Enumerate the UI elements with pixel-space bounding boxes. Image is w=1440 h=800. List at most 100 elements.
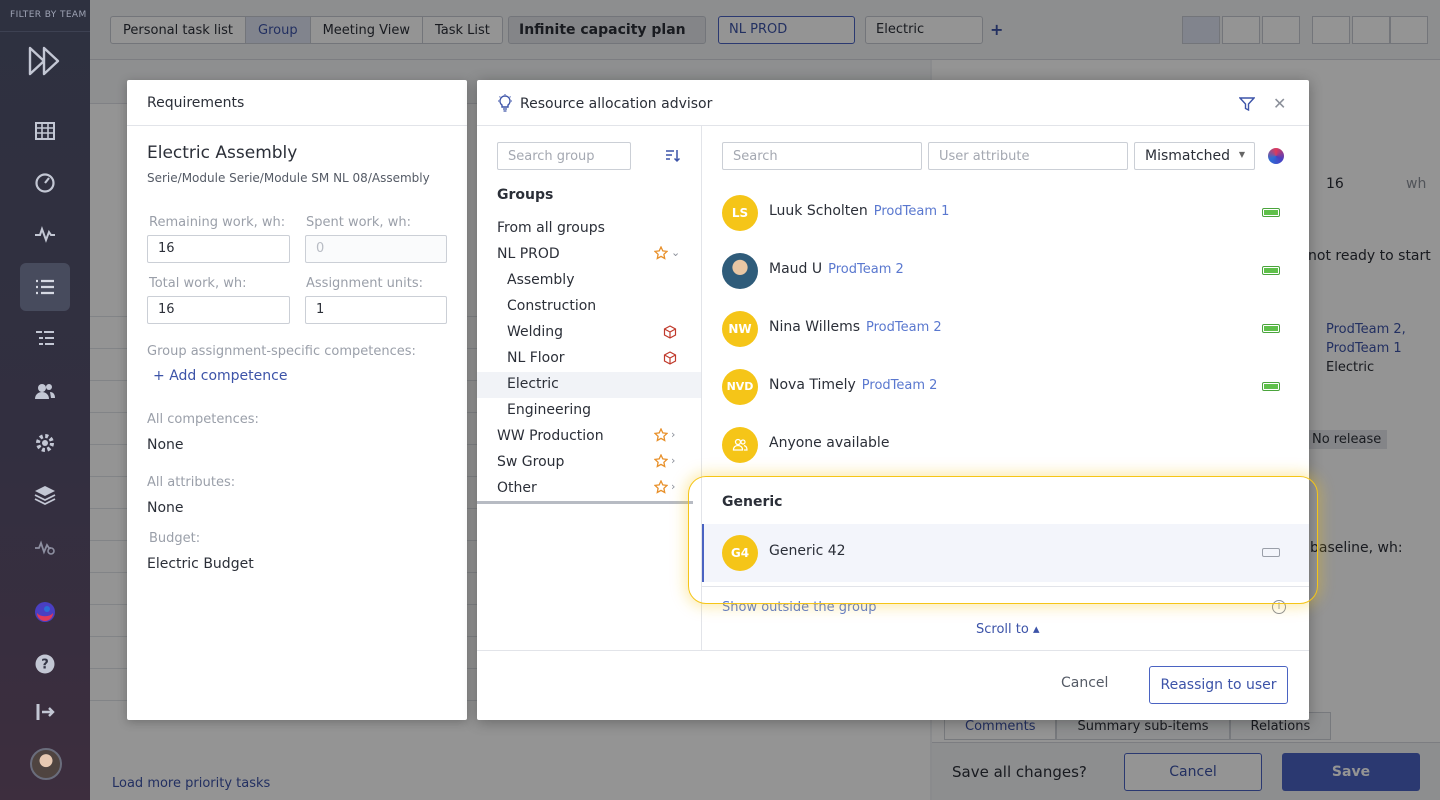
view-tasklist[interactable]: Task List [423,17,502,43]
group-users-icon [722,427,758,463]
view-meeting[interactable]: Meeting View [311,17,423,43]
match-filter-value: Mismatched [1145,148,1231,164]
group-item-engineering[interactable]: Engineering [477,398,701,424]
ai-orb-icon[interactable] [20,588,70,636]
calendar-icon[interactable] [1352,16,1390,44]
plus-icon: + [153,368,165,384]
scroll-to-link[interactable]: Scroll to ▴ [976,622,1039,637]
help-icon[interactable]: ? [20,640,70,688]
user-name-line: Maud U ProdTeam 2 [769,261,904,277]
user-team: ProdTeam 2 [866,320,942,335]
layout-left-icon[interactable] [1182,16,1220,44]
side-group: Electric [1326,360,1375,375]
advisor-header: Resource allocation advisor ✕ [477,80,1309,126]
cancel-button[interactable]: Cancel [1061,675,1108,691]
group-item-nl-prod[interactable]: NL PROD ⌄ [477,242,701,268]
settings-icon[interactable] [20,419,70,467]
group-label: From all groups [497,220,605,236]
advisor-footer: Cancel Reassign to user [477,650,1309,720]
filter-icon[interactable] [1239,97,1255,111]
requirements-header: Requirements [127,80,467,126]
chevron-right-icon[interactable]: › [671,428,675,441]
list-icon[interactable] [20,263,70,311]
star-icon[interactable] [654,480,668,494]
hierarchy-icon[interactable] [20,315,70,363]
user-row[interactable]: Maud U ProdTeam 2 [702,242,1309,300]
user-row[interactable]: LS Luuk Scholten ProdTeam 1 [702,184,1309,242]
group-label: Assembly [507,272,575,288]
group-item-ww-production[interactable]: WW Production › [477,424,701,450]
user-search-input[interactable]: Search [722,142,922,170]
add-competence-link[interactable]: + Add competence [153,368,287,384]
org-select[interactable]: NL PROD [718,16,855,44]
info-icon[interactable]: i [1272,600,1286,614]
remaining-input[interactable]: 16 [147,235,290,263]
pulse-icon[interactable] [20,210,70,258]
user-name: Generic 42 [769,543,846,559]
star-icon[interactable] [654,246,668,260]
group-label: Other [497,480,537,496]
scroll-indicator[interactable] [477,501,693,504]
side-team-2: ProdTeam 1 [1326,341,1402,356]
gear-icon[interactable] [1390,16,1428,44]
view-group[interactable]: Group [246,17,311,43]
layout-list-icon[interactable] [1262,16,1300,44]
group-field[interactable]: Electric [865,16,983,44]
table-icon[interactable] [20,107,70,155]
close-icon[interactable]: ✕ [1273,94,1286,113]
chevron-right-icon[interactable]: › [671,454,675,467]
chevron-right-icon[interactable]: › [671,480,675,493]
star-icon[interactable] [654,428,668,442]
group-item-assembly[interactable]: Assembly [477,268,701,294]
layout-people-icon[interactable] [1222,16,1260,44]
user-row[interactable]: NVD Nova Timely ProdTeam 2 [702,358,1309,416]
chevron-down-icon[interactable]: ⌄ [671,246,680,259]
avatar[interactable] [30,748,62,780]
anyone-available-row[interactable]: Anyone available [702,416,1309,474]
view-personal[interactable]: Personal task list [111,17,246,43]
star-icon[interactable] [654,454,668,468]
save-button[interactable]: Save [1282,753,1420,791]
logout-icon[interactable] [20,688,70,736]
all-attributes-label: All attributes: [147,475,236,490]
generic-user-row[interactable]: G4 Generic 42 [702,524,1309,582]
add-filter-button[interactable]: + [990,20,1003,39]
units-input[interactable]: 1 [305,296,447,324]
match-filter-select[interactable]: Mismatched ▼ [1134,142,1255,170]
user-row[interactable]: NW Nina Willems ProdTeam 2 [702,300,1309,358]
show-outside-group-link[interactable]: Show outside the group [722,600,877,615]
ai-orb-icon[interactable] [1268,148,1284,164]
battery-empty-icon [1262,548,1280,557]
all-attributes-value: None [147,500,184,516]
user-attribute-input[interactable]: User attribute [928,142,1128,170]
dashboard-icon[interactable] [20,158,70,206]
users-icon[interactable] [20,367,70,415]
logo-icon[interactable] [28,46,64,76]
group-item-welding[interactable]: Welding [477,320,701,346]
group-item-nl-floor[interactable]: NL Floor [477,346,701,372]
total-label: Total work, wh: [149,276,247,291]
analytics-icon[interactable] [20,523,70,571]
layers-icon[interactable] [20,471,70,519]
cube-icon [663,351,677,365]
total-input[interactable]: 16 [147,296,290,324]
group-item-other[interactable]: Other › [477,476,701,502]
spent-label: Spent work, wh: [306,215,411,230]
side-team-1: ProdTeam 2, [1326,322,1406,337]
group-search-input[interactable]: Search group [497,142,631,170]
save-cancel-button[interactable]: Cancel [1124,753,1262,791]
group-label: Welding [507,324,564,340]
view-switcher[interactable]: Personal task list Group Meeting View Ta… [110,16,503,44]
top-toolbar: Personal task list Group Meeting View Ta… [90,0,1440,60]
reassign-button[interactable]: Reassign to user [1149,666,1288,704]
group-item-all[interactable]: From all groups [477,216,701,242]
sort-icon[interactable] [665,148,681,164]
plan-select[interactable]: Infinite capacity plan [508,16,706,44]
avatar [722,253,758,289]
filter-icon[interactable] [1312,16,1350,44]
group-label: WW Production [497,428,604,444]
group-item-sw-group[interactable]: Sw Group › [477,450,701,476]
group-item-electric[interactable]: Electric [477,372,701,398]
load-more-link[interactable]: Load more priority tasks [112,776,270,791]
group-item-construction[interactable]: Construction [477,294,701,320]
